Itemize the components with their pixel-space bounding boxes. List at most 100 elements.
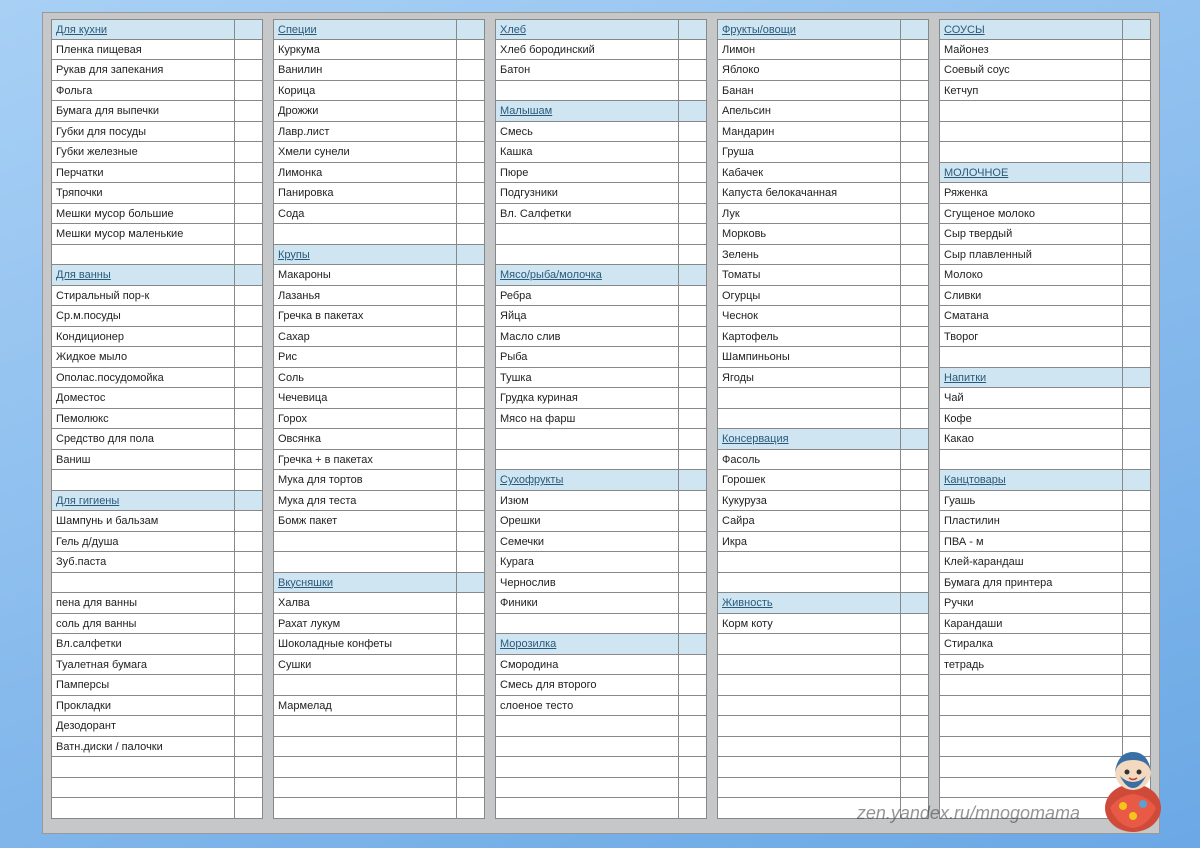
item-checkbox-cell[interactable] (1123, 573, 1151, 594)
item-checkbox-cell[interactable] (457, 327, 485, 348)
item-checkbox-cell[interactable] (1123, 491, 1151, 512)
item-checkbox-cell[interactable] (457, 163, 485, 184)
item-checkbox-cell[interactable] (1123, 204, 1151, 225)
item-checkbox-cell[interactable] (235, 224, 263, 245)
item-checkbox-cell[interactable] (1123, 183, 1151, 204)
item-checkbox-cell[interactable] (1123, 245, 1151, 266)
item-checkbox-cell[interactable] (679, 327, 707, 348)
item-checkbox-cell[interactable] (235, 40, 263, 61)
item-checkbox-cell[interactable] (457, 306, 485, 327)
item-checkbox-cell[interactable] (235, 122, 263, 143)
item-checkbox-cell[interactable] (235, 204, 263, 225)
item-checkbox-cell[interactable] (901, 163, 929, 184)
item-checkbox-cell[interactable] (235, 327, 263, 348)
item-checkbox-cell[interactable] (457, 429, 485, 450)
item-checkbox-cell[interactable] (679, 183, 707, 204)
item-checkbox-cell[interactable] (901, 511, 929, 532)
item-checkbox-cell[interactable] (235, 450, 263, 471)
item-checkbox-cell[interactable] (235, 347, 263, 368)
item-checkbox-cell[interactable] (235, 286, 263, 307)
item-checkbox-cell[interactable] (679, 347, 707, 368)
item-checkbox-cell[interactable] (457, 286, 485, 307)
item-checkbox-cell[interactable] (679, 204, 707, 225)
item-checkbox-cell[interactable] (901, 368, 929, 389)
item-checkbox-cell[interactable] (457, 60, 485, 81)
item-checkbox-cell[interactable] (457, 614, 485, 635)
item-checkbox-cell[interactable] (679, 593, 707, 614)
item-checkbox-cell[interactable] (457, 101, 485, 122)
item-checkbox-cell[interactable] (901, 40, 929, 61)
item-checkbox-cell[interactable] (235, 306, 263, 327)
item-checkbox-cell[interactable] (235, 675, 263, 696)
item-checkbox-cell[interactable] (901, 327, 929, 348)
item-checkbox-cell[interactable] (679, 388, 707, 409)
item-checkbox-cell[interactable] (679, 532, 707, 553)
item-checkbox-cell[interactable] (1123, 81, 1151, 102)
item-checkbox-cell[interactable] (901, 183, 929, 204)
item-checkbox-cell[interactable] (1123, 429, 1151, 450)
item-checkbox-cell[interactable] (1123, 511, 1151, 532)
item-checkbox-cell[interactable] (457, 696, 485, 717)
item-checkbox-cell[interactable] (235, 532, 263, 553)
item-checkbox-cell[interactable] (457, 265, 485, 286)
item-checkbox-cell[interactable] (679, 696, 707, 717)
item-checkbox-cell[interactable] (235, 634, 263, 655)
item-checkbox-cell[interactable] (235, 696, 263, 717)
item-checkbox-cell[interactable] (457, 122, 485, 143)
item-checkbox-cell[interactable] (1123, 388, 1151, 409)
item-checkbox-cell[interactable] (679, 573, 707, 594)
item-checkbox-cell[interactable] (1123, 409, 1151, 430)
item-checkbox-cell[interactable] (679, 409, 707, 430)
item-checkbox-cell[interactable] (679, 552, 707, 573)
item-checkbox-cell[interactable] (901, 470, 929, 491)
item-checkbox-cell[interactable] (901, 224, 929, 245)
item-checkbox-cell[interactable] (901, 204, 929, 225)
item-checkbox-cell[interactable] (901, 491, 929, 512)
item-checkbox-cell[interactable] (457, 634, 485, 655)
item-checkbox-cell[interactable] (235, 81, 263, 102)
item-checkbox-cell[interactable] (1123, 634, 1151, 655)
item-checkbox-cell[interactable] (1123, 327, 1151, 348)
item-checkbox-cell[interactable] (679, 675, 707, 696)
item-checkbox-cell[interactable] (1123, 286, 1151, 307)
item-checkbox-cell[interactable] (235, 163, 263, 184)
item-checkbox-cell[interactable] (1123, 552, 1151, 573)
item-checkbox-cell[interactable] (235, 429, 263, 450)
item-checkbox-cell[interactable] (457, 511, 485, 532)
item-checkbox-cell[interactable] (901, 81, 929, 102)
item-checkbox-cell[interactable] (679, 511, 707, 532)
item-checkbox-cell[interactable] (457, 347, 485, 368)
item-checkbox-cell[interactable] (457, 40, 485, 61)
item-checkbox-cell[interactable] (901, 450, 929, 471)
item-checkbox-cell[interactable] (235, 142, 263, 163)
item-checkbox-cell[interactable] (1123, 593, 1151, 614)
item-checkbox-cell[interactable] (901, 286, 929, 307)
item-checkbox-cell[interactable] (235, 655, 263, 676)
item-checkbox-cell[interactable] (679, 142, 707, 163)
item-checkbox-cell[interactable] (901, 122, 929, 143)
item-checkbox-cell[interactable] (901, 532, 929, 553)
item-checkbox-cell[interactable] (457, 183, 485, 204)
item-checkbox-cell[interactable] (901, 265, 929, 286)
item-checkbox-cell[interactable] (679, 60, 707, 81)
item-checkbox-cell[interactable] (1123, 532, 1151, 553)
item-checkbox-cell[interactable] (457, 368, 485, 389)
item-checkbox-cell[interactable] (679, 40, 707, 61)
item-checkbox-cell[interactable] (679, 122, 707, 143)
item-checkbox-cell[interactable] (901, 245, 929, 266)
item-checkbox-cell[interactable] (235, 368, 263, 389)
item-checkbox-cell[interactable] (1123, 306, 1151, 327)
item-checkbox-cell[interactable] (235, 409, 263, 430)
item-checkbox-cell[interactable] (679, 368, 707, 389)
item-checkbox-cell[interactable] (235, 614, 263, 635)
item-checkbox-cell[interactable] (679, 286, 707, 307)
item-checkbox-cell[interactable] (457, 81, 485, 102)
item-checkbox-cell[interactable] (679, 163, 707, 184)
item-checkbox-cell[interactable] (235, 60, 263, 81)
item-checkbox-cell[interactable] (901, 101, 929, 122)
item-checkbox-cell[interactable] (235, 552, 263, 573)
item-checkbox-cell[interactable] (457, 450, 485, 471)
item-checkbox-cell[interactable] (457, 655, 485, 676)
item-checkbox-cell[interactable] (679, 655, 707, 676)
item-checkbox-cell[interactable] (1123, 614, 1151, 635)
